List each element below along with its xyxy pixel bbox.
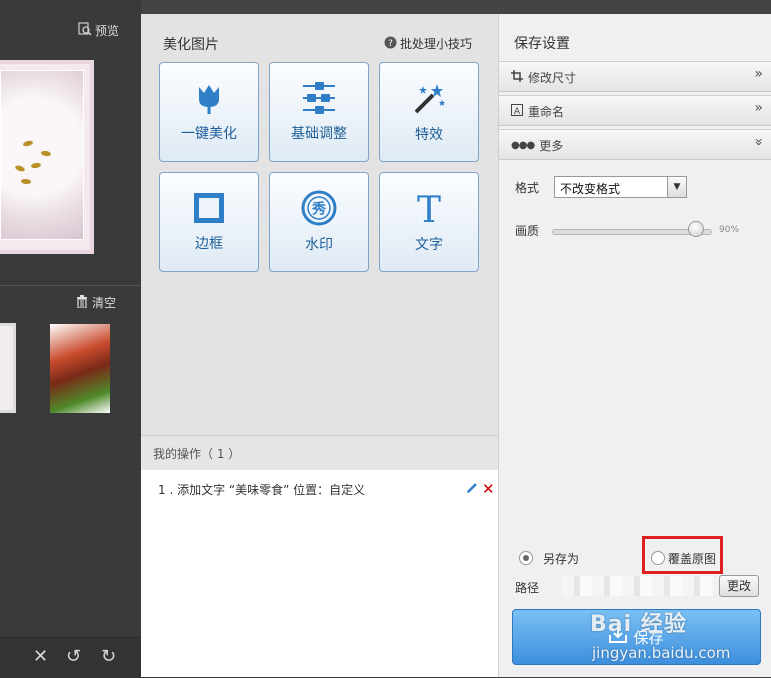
path-field [562,576,714,596]
section-more[interactable]: ●●● 更多 » [499,129,771,160]
tile-label: 基础调整 [291,126,347,142]
section-rename[interactable]: A 重命名 » [499,95,771,126]
help-icon: ? [384,36,397,52]
text-icon: T [417,190,441,226]
change-path-button[interactable]: 更改 [719,575,759,597]
rename-icon: A [511,104,523,119]
quality-slider-handle[interactable] [688,221,704,237]
main-photo [0,60,94,254]
trash-icon [76,294,88,311]
path-label: 路径 [515,581,540,595]
watermark-icon: 秀 [301,190,337,226]
quality-value: 90% [719,225,740,235]
tile-auto-beautify[interactable]: 一键美化 [159,62,259,162]
format-value: 不改变格式 [560,182,621,196]
operation-item: 1 . 添加文字 “美味零食” 位置：自定义 [158,483,366,497]
tips-label: 批处理小技巧 [400,37,473,51]
tile-border[interactable]: 边框 [159,172,259,272]
tile-basic-adjust[interactable]: 基础调整 [269,62,369,162]
chevron-down-icon: » [750,137,767,147]
baidu-watermark-url: jingyan.baidu.com [592,644,731,662]
tile-label: 一键美化 [181,126,237,142]
save-as-radio[interactable] [519,551,533,565]
clear-button[interactable]: 清空 [76,294,116,311]
tile-label: 特效 [415,127,443,143]
dropdown-arrow-icon[interactable]: ▼ [667,177,686,197]
magic-wand-icon [414,84,445,114]
preview-label: 预览 [95,24,120,38]
delete-icon[interactable]: ✕ [482,480,495,498]
tile-label: 边框 [195,236,223,252]
panel-title: 美化图片 [163,37,219,53]
svg-text:?: ? [388,39,393,49]
tile-label: 文字 [415,237,443,253]
quality-label: 画质 [515,224,540,238]
svg-text:秀: 秀 [311,201,327,218]
divider [0,285,141,286]
svg-text:A: A [514,107,521,116]
save-settings-title: 保存设置 [514,36,570,52]
section-label: 更多 [539,139,564,153]
redo-icon[interactable]: ↻ [101,646,116,667]
thumbnail-1[interactable] [0,323,16,413]
operations-title: 我的操作（ 1 ） [153,447,241,461]
section-resize[interactable]: 修改尺寸 » [499,61,771,92]
clear-label: 清空 [92,296,117,310]
chevron-right-icon: » [754,66,763,82]
batch-tips-link[interactable]: ? 批处理小技巧 [384,35,472,52]
svg-text:T: T [417,190,441,226]
undo-icon[interactable]: ↺ [66,646,81,667]
tulip-icon [199,85,219,114]
baidu-watermark: Bai 经验 [590,612,687,637]
tile-text[interactable]: T 文字 [379,172,479,272]
close-icon[interactable]: ✕ [33,646,48,667]
tile-label: 水印 [305,237,333,253]
overwrite-label[interactable]: 覆盖原图 [668,550,716,567]
tile-watermark[interactable]: 秀 水印 [269,172,369,272]
sliders-icon [303,82,335,114]
pencil-icon[interactable] [466,482,478,497]
section-label: 修改尺寸 [528,71,577,85]
section-label: 重命名 [528,105,565,119]
more-icon: ●●● [511,140,535,151]
overwrite-radio[interactable] [651,551,665,565]
crop-icon [511,70,523,85]
thumbnail-2[interactable] [50,324,110,413]
save-as-label[interactable]: 另存为 [543,550,579,567]
tile-effects[interactable]: 特效 [379,62,479,162]
operations-list [141,470,498,677]
magnify-icon [78,22,92,39]
chevron-right-icon: » [754,100,763,116]
format-select[interactable]: 不改变格式 ▼ [554,176,687,198]
format-label: 格式 [515,181,540,195]
preview-button[interactable]: 预览 [78,22,119,39]
frame-icon [194,193,224,223]
